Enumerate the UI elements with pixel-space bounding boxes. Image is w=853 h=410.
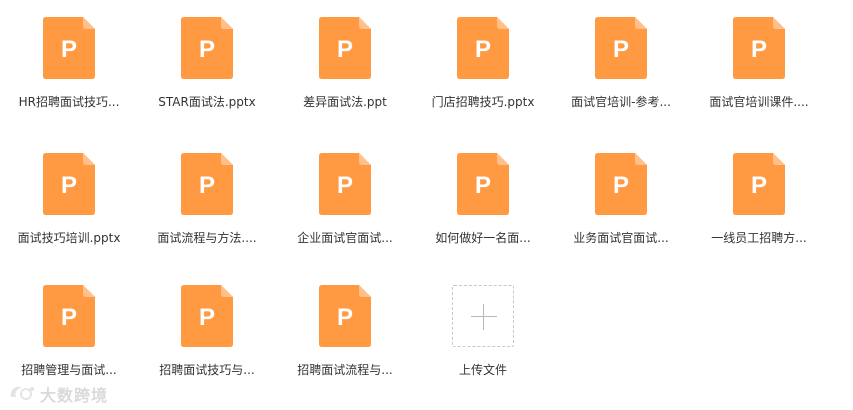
file-type-letter: P [475,36,491,63]
watermark-logo-icon [10,386,34,400]
file-item[interactable]: P 面试技巧培训.pptx [0,136,138,256]
ppt-file-icon: P [181,285,233,347]
file-item[interactable]: P STAR面试法.pptx [138,0,276,120]
file-name: 差异面试法.ppt [303,95,387,109]
ppt-file-icon: P [733,153,785,215]
ppt-file-icon: P [181,153,233,215]
ppt-file-icon: P [733,17,785,79]
file-type-letter: P [337,36,353,63]
file-item[interactable]: P 差异面试法.ppt [276,0,414,120]
file-name: HR招聘面试技巧... [18,95,120,109]
file-item[interactable]: P 面试流程与方法.... [138,136,276,256]
file-item[interactable]: P HR招聘面试技巧... [0,0,138,120]
watermark-text: 大数跨境 [40,386,109,405]
file-type-letter: P [751,172,767,199]
file-item[interactable]: P 面试官培训-参考... [552,0,690,120]
file-name: 一线员工招聘方... [711,231,807,245]
file-type-letter: P [61,36,77,63]
ppt-file-icon: P [43,153,95,215]
file-name: 招聘面试流程与... [297,363,393,377]
upload-file-button[interactable]: 上传文件 [409,268,547,388]
ppt-file-icon: P [319,153,371,215]
file-type-letter: P [337,304,353,331]
file-name: 如何做好一名面... [435,231,531,245]
watermark: 大数跨境 [8,380,118,405]
file-item[interactable]: P 企业面试官面试... [276,136,414,256]
file-type-letter: P [61,304,77,331]
file-name: 面试流程与方法.... [157,231,257,245]
file-type-letter: P [613,172,629,199]
ppt-file-icon: P [43,17,95,79]
file-type-letter: P [199,304,215,331]
file-item[interactable]: P 招聘管理与面试... [0,268,138,388]
file-item[interactable]: P 如何做好一名面... [414,136,552,256]
file-item[interactable]: P 门店招聘技巧.pptx [414,0,552,120]
file-name: 招聘管理与面试... [21,363,117,377]
ppt-file-icon: P [319,17,371,79]
ppt-file-icon: P [43,285,95,347]
file-type-letter: P [337,172,353,199]
file-type-letter: P [475,172,491,199]
ppt-file-icon: P [319,285,371,347]
ppt-file-icon: P [457,153,509,215]
ppt-file-icon: P [595,17,647,79]
file-item[interactable]: P 招聘面试技巧与... [138,268,276,388]
file-name: STAR面试法.pptx [158,95,256,109]
file-name: 面试官培训-参考... [571,95,671,109]
file-grid: P HR招聘面试技巧... P STAR面试法.pptx P 差异面试法.ppt P 门店招聘… [0,0,853,410]
file-item[interactable]: P 面试官培训课件.... [690,0,828,120]
file-type-letter: P [199,172,215,199]
upload-dropzone[interactable] [452,285,514,347]
ppt-file-icon: P [457,17,509,79]
upload-label: 上传文件 [458,363,507,377]
file-item[interactable]: P 一线员工招聘方... [690,136,828,256]
file-name: 招聘面试技巧与... [159,363,255,377]
file-item[interactable]: P 招聘面试流程与... [276,268,414,388]
file-type-letter: P [199,36,215,63]
file-name: 业务面试官面试... [573,231,669,245]
file-name: 面试官培训课件.... [709,95,809,109]
ppt-file-icon: P [595,153,647,215]
ppt-file-icon: P [181,17,233,79]
file-name: 企业面试官面试... [297,231,393,245]
file-name: 面试技巧培训.pptx [17,231,121,245]
file-name: 门店招聘技巧.pptx [431,95,535,109]
file-type-letter: P [751,36,767,63]
file-type-letter: P [61,172,77,199]
file-item[interactable]: P 业务面试官面试... [552,136,690,256]
file-type-letter: P [613,36,629,63]
